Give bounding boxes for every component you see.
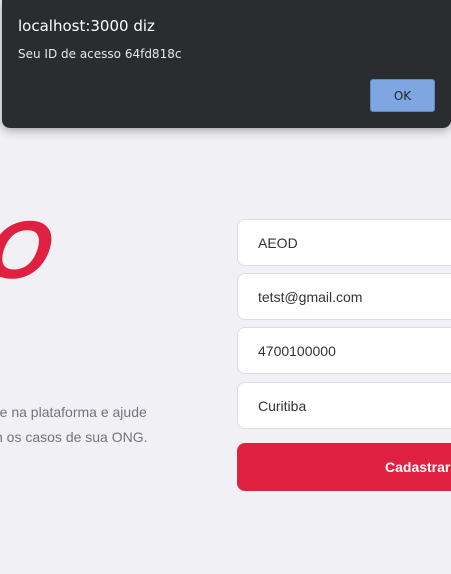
alert-title: localhost:3000 diz <box>18 17 155 35</box>
city-input[interactable]: Curitiba <box>237 382 451 429</box>
description-line: re na plataforma e ajude <box>0 404 147 420</box>
register-page: localhost:3000 diz Seu ID de acesso 64fd… <box>0 0 451 574</box>
whatsapp-input[interactable]: 4700100000 <box>237 327 451 374</box>
browser-alert-dialog: localhost:3000 diz Seu ID de acesso 64fd… <box>2 0 451 128</box>
logo: RO <box>0 205 58 296</box>
alert-ok-button[interactable]: OK <box>370 79 435 112</box>
register-button[interactable]: Cadastrar <box>237 443 451 491</box>
description-line: n os casos de sua ONG. <box>0 429 148 445</box>
email-input[interactable]: tetst@gmail.com <box>237 273 451 320</box>
alert-message: Seu ID de acesso 64fd818c <box>18 47 182 61</box>
name-input[interactable]: AEOD <box>237 219 451 266</box>
page-description: re na plataforma e ajude n os casos de s… <box>0 400 220 450</box>
